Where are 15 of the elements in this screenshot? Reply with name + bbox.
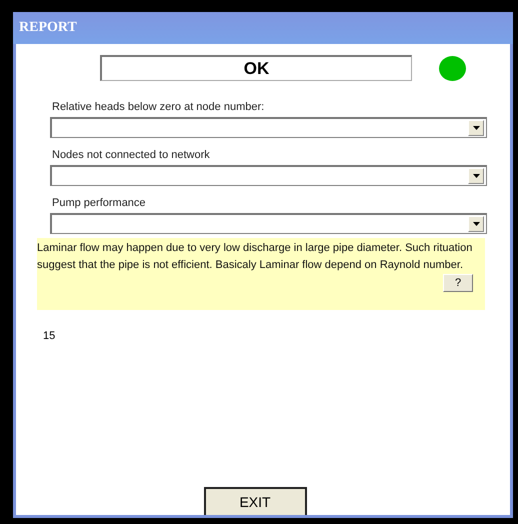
count-text: 15 [43, 330, 56, 342]
window-title: REPORT [13, 12, 513, 44]
dropdown-field[interactable] [50, 117, 487, 138]
info-text: Laminar flow may happen due to very low discharge in large pipe diameter. Such rituation suggest that the pipe is not efficient. Basicaly Laminar flow depend on Raynold number. [37, 241, 473, 273]
dropdown-arrow-icon [472, 126, 480, 130]
exit-button[interactable]: EXIT [204, 487, 306, 515]
dropdown-arrow-icon [472, 222, 480, 226]
dropdown-arrow-icon [472, 174, 480, 178]
dropdown-field[interactable] [50, 213, 487, 234]
status-field: OK [100, 55, 412, 81]
field-label: Relative heads below zero at node number: [51, 101, 266, 113]
dropdown-field[interactable] [50, 165, 487, 186]
field-label: Pump performance [51, 197, 147, 209]
help-button[interactable]: ? [443, 274, 473, 292]
field-label: Nodes not connected to network [51, 149, 211, 161]
